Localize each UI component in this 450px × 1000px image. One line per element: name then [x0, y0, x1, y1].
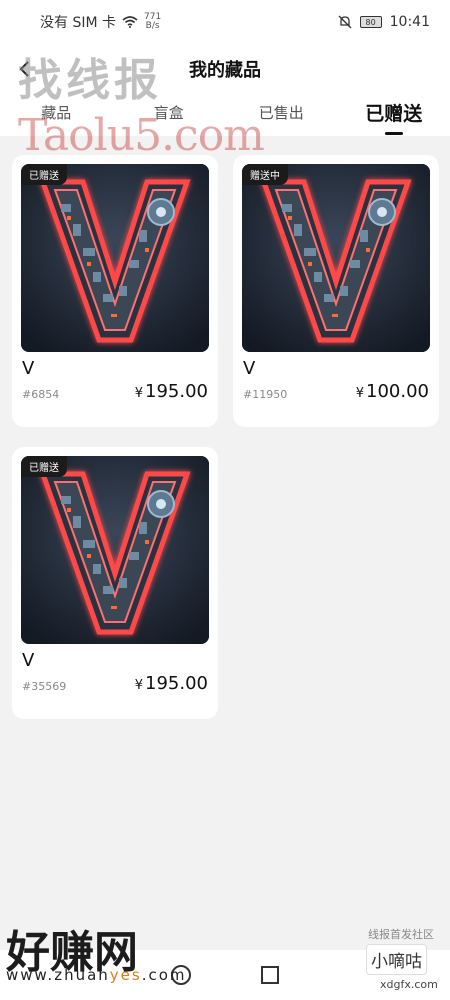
tab-label: 已赠送 [365, 103, 423, 125]
item-price: ¥100.00 [356, 381, 429, 402]
collection-card[interactable]: 赠送中 V #11950 ¥100.00 [233, 155, 439, 427]
artwork-image: 赠送中 [242, 164, 430, 352]
artwork-image: 已赠送 [21, 456, 209, 644]
clock: 10:41 [389, 14, 430, 30]
artwork-image: 已赠送 [21, 164, 209, 352]
page-title: 我的藏品 [189, 60, 261, 81]
tab-label: 藏品 [41, 104, 72, 122]
item-name: V [22, 650, 35, 671]
status-bar: 没有 SIM 卡 771 B/s 80 10:41 [0, 0, 450, 44]
item-price: ¥195.00 [135, 673, 208, 694]
currency-symbol: ¥ [134, 678, 144, 693]
status-badge: 赠送中 [242, 164, 288, 185]
network-speed: 771 B/s [144, 13, 161, 31]
header: 我的藏品 藏品 盲盒 已售出 已赠送 [0, 44, 450, 136]
system-nav-bar [0, 950, 450, 1000]
bell-muted-icon [338, 15, 352, 29]
wifi-icon [122, 16, 138, 28]
recents-button[interactable] [261, 966, 279, 984]
price-value: 195.00 [145, 381, 208, 402]
tab-bar: 藏品 盲盒 已售出 已赠送 [0, 94, 450, 136]
price-value: 195.00 [145, 673, 208, 694]
tab-gifted[interactable]: 已赠送 [338, 94, 450, 136]
status-badge: 已赠送 [21, 164, 67, 185]
battery-icon: 80 [359, 16, 382, 28]
item-serial: #35569 [22, 680, 67, 693]
watermark-right-small: 线报首发社区 [368, 928, 434, 941]
tab-sold[interactable]: 已售出 [225, 94, 338, 136]
status-badge: 已赠送 [21, 456, 67, 477]
collection-card[interactable]: 已赠送 V #35569 ¥195.00 [12, 447, 218, 719]
carrier-text: 没有 SIM 卡 [40, 15, 116, 31]
v-artwork [21, 164, 209, 352]
item-serial: #6854 [22, 388, 60, 401]
v-artwork [21, 456, 209, 644]
currency-symbol: ¥ [134, 386, 144, 401]
speed-unit: B/s [145, 21, 160, 31]
item-serial: #11950 [243, 388, 288, 401]
collection-card[interactable]: 已赠送 V #6854 ¥195.00 [12, 155, 218, 427]
currency-symbol: ¥ [355, 386, 365, 401]
item-name: V [22, 358, 35, 379]
item-name: V [243, 358, 256, 379]
price-value: 100.00 [366, 381, 429, 402]
v-artwork [242, 164, 430, 352]
tab-blind-box[interactable]: 盲盒 [113, 94, 226, 136]
home-button[interactable] [171, 965, 191, 985]
tab-label: 盲盒 [153, 104, 184, 122]
active-tab-indicator [384, 132, 403, 135]
tab-collection[interactable]: 藏品 [0, 94, 113, 136]
item-price: ¥195.00 [135, 381, 208, 402]
tab-label: 已售出 [258, 104, 304, 122]
